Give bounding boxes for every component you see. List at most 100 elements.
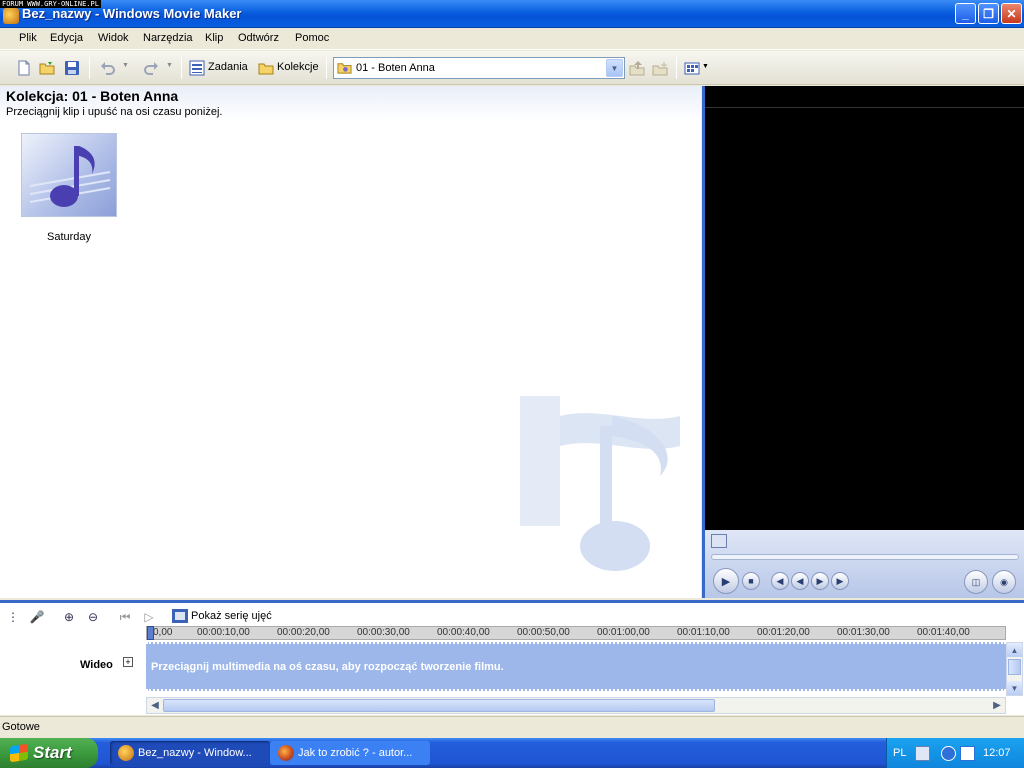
language-indicator[interactable]: PL — [893, 747, 906, 759]
minimize-icon: _ — [962, 6, 969, 21]
ruler-tick: 00:00:40,00 — [437, 627, 490, 638]
title-bar[interactable]: Bez_nazwy - Windows Movie Maker _ ❐ ✕ — [0, 0, 1024, 28]
skip-forward-icon: ▶ — [836, 575, 844, 586]
views-dropdown-icon[interactable]: ▼ — [702, 63, 709, 70]
menu-bar: Plik Edycja Widok Narzędzia Klip Odtwórz… — [0, 28, 1024, 50]
menu-narzedzia[interactable]: Narzędzia — [143, 32, 193, 44]
collection-select[interactable]: 01 - Boten Anna ▼ — [333, 57, 625, 79]
toolbar-separator — [676, 57, 677, 79]
taskbar-item-movie-maker[interactable]: Bez_nazwy - Window... — [110, 741, 270, 765]
windows-logo-icon — [10, 743, 28, 763]
storyboard-filmstrip-icon[interactable] — [172, 609, 188, 623]
menu-plik[interactable]: Plik — [19, 32, 37, 44]
stop-button[interactable]: ■ — [742, 572, 760, 590]
close-button[interactable]: ✕ — [1001, 3, 1022, 24]
split-view-icon[interactable] — [711, 534, 727, 548]
keyboard-icon[interactable] — [915, 746, 930, 761]
new-project-icon[interactable] — [16, 60, 32, 76]
ruler-tick: 00:00:20,00 — [277, 627, 330, 638]
ruler-tick: 00:01:30,00 — [837, 627, 890, 638]
collection-up-icon[interactable] — [629, 60, 645, 76]
play-button[interactable]: ▶ — [713, 568, 739, 594]
forum-watermark: FORUM WWW.GRY-ONLINE.PL — [0, 0, 101, 8]
preview-monitor[interactable]: ▶ ■ ◀ ◀ ▶ ▶ ◫ ◉ — [702, 86, 1024, 598]
start-label: Start — [33, 743, 72, 762]
chevron-down-icon[interactable]: ▼ — [606, 59, 623, 77]
scroll-down-icon[interactable]: ▼ — [1007, 681, 1022, 695]
video-track-label: Wideo — [80, 659, 113, 671]
clip-thumbnail[interactable] — [21, 133, 117, 217]
undo-dropdown-icon[interactable]: ▼ — [122, 62, 129, 69]
menu-edycja[interactable]: Edycja — [50, 32, 83, 44]
rewind-button[interactable]: ◀ — [791, 572, 809, 590]
close-icon: ✕ — [1006, 6, 1017, 21]
taskbar-item-firefox[interactable]: Jak to zrobić ? - autor... — [270, 741, 430, 765]
ruler-tick: 00:00:50,00 — [517, 627, 570, 638]
menu-klip[interactable]: Klip — [205, 32, 223, 44]
forward-button[interactable]: ▶ — [811, 572, 829, 590]
collections-folder-icon[interactable] — [258, 60, 274, 76]
seek-bar[interactable] — [711, 554, 1019, 560]
video-track-hint: Przeciągnij multimedia na oś czasu, aby … — [151, 661, 504, 673]
back-arrow-icon[interactable] — [941, 746, 956, 761]
vertical-scroll-thumb[interactable] — [1008, 659, 1021, 675]
playback-controls: ▶ ■ ◀ ◀ ▶ ▶ ◫ ◉ — [705, 530, 1024, 598]
timeline: 0,00 00:00:10,00 00:00:20,00 00:00:30,00… — [0, 626, 1024, 715]
views-icon[interactable] — [684, 60, 700, 76]
movie-maker-icon[interactable] — [3, 8, 19, 24]
narrate-microphone-icon[interactable]: 🎤 — [29, 609, 45, 625]
firefox-icon — [278, 745, 294, 761]
snapshot-button[interactable]: ◉ — [992, 570, 1016, 594]
menu-pomoc[interactable]: Pomoc — [295, 32, 329, 44]
timeline-vertical-scrollbar[interactable]: ▲ ▼ — [1006, 642, 1023, 696]
stop-icon: ■ — [748, 576, 754, 586]
system-tray: PL 12:07 — [886, 738, 1024, 768]
scroll-left-icon[interactable]: ◀ — [147, 698, 163, 713]
video-track[interactable]: Przeciągnij multimedia na oś czasu, aby … — [146, 642, 1006, 691]
forward-icon: ▶ — [816, 575, 824, 586]
zoom-in-icon[interactable]: ⊕ — [61, 609, 77, 625]
tasks-icon[interactable] — [189, 60, 205, 76]
movie-maker-icon — [118, 745, 134, 761]
music-note-icon — [29, 146, 111, 207]
network-icon[interactable] — [960, 746, 975, 761]
restore-icon: ❐ — [983, 6, 994, 21]
split-icon: ◫ — [971, 576, 981, 587]
status-bar: Gotowe — [0, 716, 1024, 738]
scroll-right-icon[interactable]: ▶ — [989, 698, 1005, 713]
horizontal-scroll-thumb[interactable] — [163, 699, 715, 712]
collection-pane: Kolekcja: 01 - Boten Anna Przeciągnij kl… — [0, 86, 701, 598]
collection-hint: Przeciągnij klip i upuść na osi czasu po… — [6, 106, 223, 118]
start-button[interactable]: Start — [0, 738, 98, 768]
open-project-icon[interactable] — [39, 60, 55, 76]
scroll-up-icon[interactable]: ▲ — [1007, 643, 1022, 657]
collections-button[interactable]: Kolekcje — [277, 61, 319, 73]
menu-widok[interactable]: Widok — [98, 32, 129, 44]
ruler-tick: 00:01:00,00 — [597, 627, 650, 638]
new-collection-icon[interactable] — [652, 60, 668, 76]
play-icon: ▶ — [721, 575, 731, 588]
expand-track-icon[interactable]: + — [123, 657, 133, 667]
save-icon[interactable] — [64, 60, 80, 76]
tasks-button[interactable]: Zadania — [208, 61, 248, 73]
timeline-settings-icon[interactable]: ⋮ — [5, 609, 21, 625]
toolbar-separator — [89, 57, 90, 79]
redo-icon[interactable] — [143, 60, 159, 76]
rewind-timeline-icon[interactable]: ⏮ — [117, 609, 133, 625]
undo-icon[interactable] — [100, 60, 116, 76]
split-button[interactable]: ◫ — [964, 570, 988, 594]
timeline-horizontal-scrollbar[interactable]: ◀ ▶ — [146, 697, 1006, 714]
show-storyboard-button[interactable]: Pokaż serię ujęć — [191, 610, 272, 622]
minimize-button[interactable]: _ — [955, 3, 976, 24]
maximize-button[interactable]: ❐ — [978, 3, 999, 24]
playhead[interactable] — [147, 626, 154, 640]
timeline-ruler[interactable]: 0,00 00:00:10,00 00:00:20,00 00:00:30,00… — [146, 626, 1006, 640]
zoom-out-icon[interactable]: ⊖ — [85, 609, 101, 625]
ruler-tick: 00:01:10,00 — [677, 627, 730, 638]
redo-dropdown-icon[interactable]: ▼ — [166, 62, 173, 69]
previous-frame-button[interactable]: ◀ — [771, 572, 789, 590]
menu-odtworz[interactable]: Odtwórz — [238, 32, 279, 44]
window-title: Bez_nazwy - Windows Movie Maker — [22, 6, 242, 21]
next-frame-button[interactable]: ▶ — [831, 572, 849, 590]
play-timeline-icon[interactable]: ▷ — [141, 609, 157, 625]
